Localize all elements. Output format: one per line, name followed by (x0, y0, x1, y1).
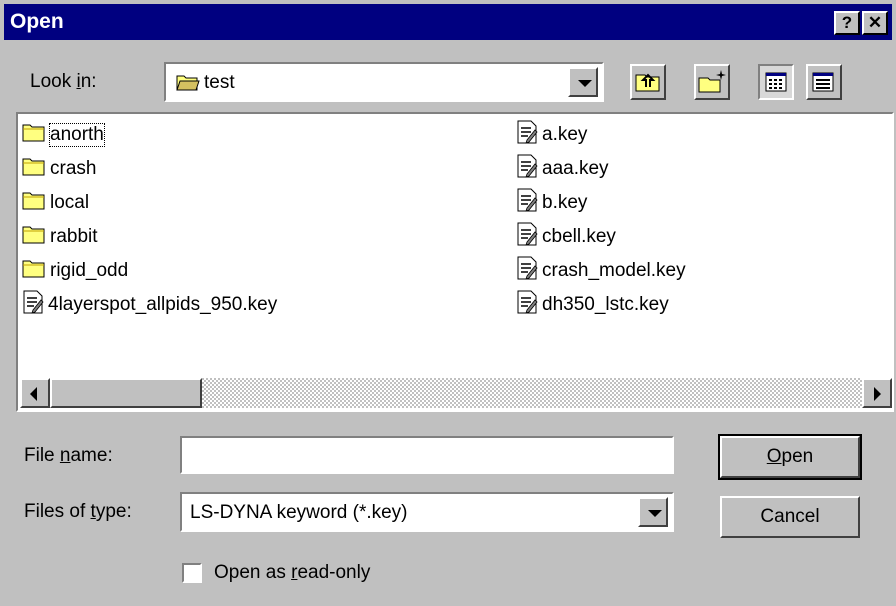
document-icon (516, 290, 538, 320)
read-only-checkbox[interactable] (182, 563, 202, 583)
files-of-type-value: LS-DYNA keyword (*.key) (190, 502, 408, 523)
list-item-label: crash_model.key (542, 260, 686, 281)
list-item[interactable]: cbell.key (516, 222, 616, 252)
look-in-label: Look in: (30, 71, 97, 92)
scroll-left-button[interactable] (20, 378, 50, 408)
files-of-type-dropdown-button[interactable] (638, 497, 668, 527)
document-icon (516, 188, 538, 218)
list-item-label: rabbit (50, 226, 98, 247)
list-item-label: local (50, 192, 90, 213)
document-icon (516, 222, 538, 252)
close-button[interactable]: ✕ (862, 11, 888, 35)
list-item[interactable]: anorth (22, 122, 105, 148)
help-button[interactable]: ? (834, 11, 860, 35)
list-item-label: 4layerspot_allpids_950.key (48, 294, 278, 315)
list-item-label: cbell.key (542, 226, 616, 247)
list-item-label: b.key (542, 192, 588, 213)
new-folder-button[interactable] (694, 64, 730, 100)
document-icon (516, 154, 538, 184)
folder-icon (22, 122, 46, 148)
open-dialog: Open ? ✕ Look in: test anorth crash local r… (0, 0, 896, 606)
read-only-label[interactable]: Open as read-only (214, 562, 370, 584)
file-list[interactable]: anorth crash local rabbit rigid_odd 4layerspo… (16, 112, 894, 412)
look-in-dropdown-button[interactable] (568, 67, 598, 97)
list-item-label: crash (50, 158, 97, 179)
list-item[interactable]: rabbit (22, 224, 98, 250)
list-item-label: dh350_lstc.key (542, 294, 669, 315)
list-item-label: anorth (49, 123, 105, 147)
files-of-type-label: Files of type: (24, 501, 132, 522)
list-item[interactable]: local (22, 190, 89, 216)
list-item-label: a.key (542, 124, 588, 145)
file-name-input[interactable] (180, 436, 674, 474)
file-name-label: File name: (24, 445, 113, 466)
list-view-button[interactable] (758, 64, 794, 100)
title-bar[interactable]: Open ? ✕ (4, 4, 892, 40)
look-in-value: test (204, 72, 235, 93)
up-one-level-icon (632, 73, 664, 103)
list-view-icon (760, 72, 792, 103)
look-in-combo[interactable]: test (164, 62, 604, 102)
horizontal-scrollbar[interactable] (20, 378, 892, 408)
folder-icon (22, 190, 46, 216)
document-icon (516, 256, 538, 286)
document-icon (22, 290, 44, 320)
folder-icon (22, 156, 46, 182)
details-view-icon (808, 72, 840, 103)
list-item[interactable]: crash (22, 156, 96, 182)
list-item[interactable]: crash_model.key (516, 256, 686, 286)
list-item[interactable]: a.key (516, 120, 588, 150)
up-one-level-button[interactable] (630, 64, 666, 100)
open-button[interactable]: Open (718, 434, 862, 480)
list-item[interactable]: rigid_odd (22, 258, 128, 284)
window-title: Open (10, 10, 64, 33)
details-view-button[interactable] (806, 64, 842, 100)
new-folder-icon (696, 70, 728, 103)
folder-open-icon (176, 73, 200, 97)
cancel-button[interactable]: Cancel (720, 496, 860, 538)
list-item-label: rigid_odd (50, 260, 129, 281)
list-item-label: aaa.key (542, 158, 609, 179)
list-item[interactable]: 4layerspot_allpids_950.key (22, 290, 278, 320)
document-icon (516, 120, 538, 150)
folder-icon (22, 224, 46, 250)
files-of-type-combo[interactable]: LS-DYNA keyword (*.key) (180, 492, 674, 532)
scrollbar-thumb[interactable] (50, 378, 202, 408)
list-item[interactable]: aaa.key (516, 154, 609, 184)
list-item[interactable]: b.key (516, 188, 588, 218)
folder-icon (22, 258, 46, 284)
list-item[interactable]: dh350_lstc.key (516, 290, 669, 320)
scroll-right-button[interactable] (862, 378, 892, 408)
